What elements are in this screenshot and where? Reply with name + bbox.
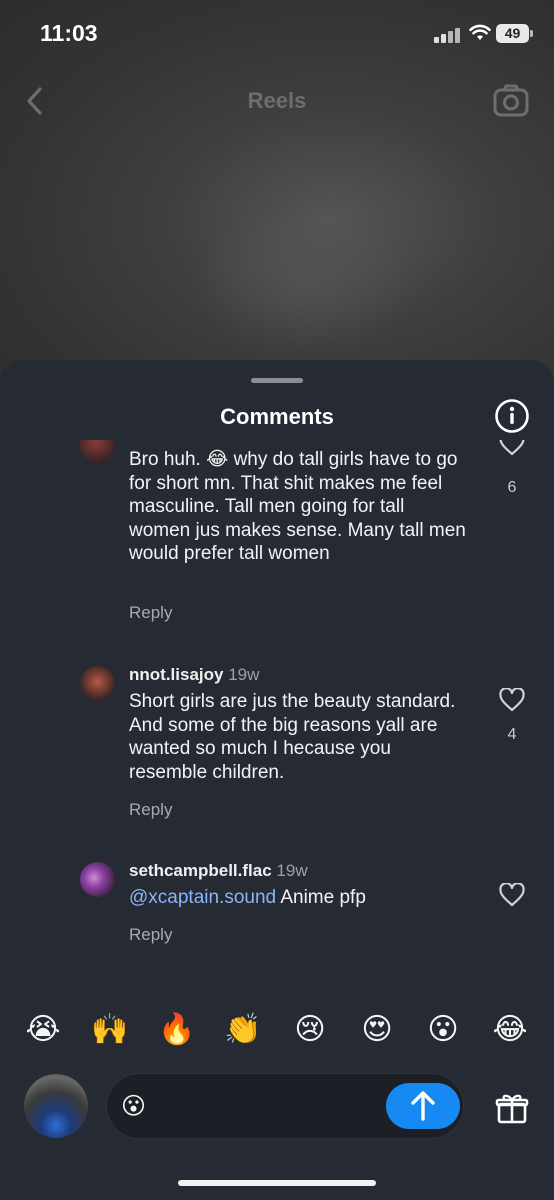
avatar[interactable] xyxy=(80,666,115,701)
comments-sheet: Comments Bro huh. 😂 why do tall girls ha… xyxy=(0,360,554,1200)
cellular-signal-icon xyxy=(434,27,462,43)
comment-username[interactable]: nnot.lisajoy 19w xyxy=(129,665,259,685)
emoji-clapping[interactable]: 👏 xyxy=(221,1008,265,1052)
camera-icon[interactable] xyxy=(492,82,530,120)
status-time: 11:03 xyxy=(40,20,98,46)
status-bar: 11:03 49 xyxy=(0,0,554,70)
comment-time: 19w xyxy=(228,665,260,684)
heart-icon[interactable] xyxy=(499,440,525,456)
comment-body: Anime pfp xyxy=(276,887,366,908)
gift-icon[interactable] xyxy=(494,1090,530,1126)
comment-text: Bro huh. 😂 why do tall girls have to go … xyxy=(129,449,466,564)
emoji-crying[interactable]: 😢 xyxy=(288,1008,332,1052)
like-count: 4 xyxy=(507,726,517,743)
comment-text: @xcaptain.sound Anime pfp xyxy=(129,886,469,910)
reply-button[interactable]: Reply xyxy=(129,925,172,945)
comment-time: 19w xyxy=(276,861,308,880)
emoji-reaction-bar: 😭 🙌 🔥 👏 😢 😍 😮 😂 xyxy=(0,1008,554,1052)
page-title: Reels xyxy=(247,88,307,113)
like-count: 6 xyxy=(507,479,517,496)
heart-icon[interactable] xyxy=(499,688,525,712)
comment-text: Short girls are jus the beauty standard.… xyxy=(129,691,456,783)
arrow-up-icon xyxy=(411,1091,435,1121)
comments-list: Bro huh. 😂 why do tall girls have to go … xyxy=(0,440,554,1000)
reel-video-preview xyxy=(190,200,420,360)
emoji-fire[interactable]: 🔥 xyxy=(155,1008,199,1052)
battery-indicator: 49 xyxy=(496,24,533,43)
heart-icon[interactable] xyxy=(499,883,525,907)
comment-input[interactable]: 😮 xyxy=(106,1073,464,1139)
avatar[interactable] xyxy=(80,440,115,463)
info-icon[interactable] xyxy=(494,398,530,434)
emoji-surprised[interactable]: 😮 xyxy=(421,1008,465,1052)
wifi-icon xyxy=(469,24,491,40)
home-indicator[interactable] xyxy=(178,1180,376,1186)
top-nav: Reels xyxy=(0,78,554,124)
comment-username[interactable]: sethcampbell.flac 19w xyxy=(129,861,308,881)
avatar[interactable] xyxy=(24,1074,88,1138)
avatar[interactable] xyxy=(80,862,115,897)
send-button[interactable] xyxy=(386,1083,460,1129)
reply-button[interactable]: Reply xyxy=(129,800,172,820)
sheet-title: Comments xyxy=(220,404,334,429)
emoji-surprised[interactable]: 😮 xyxy=(121,1092,146,1122)
mention-link[interactable]: @xcaptain.sound xyxy=(129,887,276,908)
reply-button[interactable]: Reply xyxy=(129,603,172,623)
emoji-raised-hands[interactable]: 🙌 xyxy=(88,1008,132,1052)
emoji-loudly-crying[interactable]: 😭 xyxy=(21,1008,65,1052)
username[interactable]: sethcampbell.flac xyxy=(129,861,272,880)
sheet-grabber[interactable] xyxy=(251,378,303,383)
emoji-laughing[interactable]: 😂 xyxy=(488,1008,532,1052)
comment-composer: 😮 xyxy=(0,1070,554,1150)
username[interactable]: nnot.lisajoy xyxy=(129,665,223,684)
emoji-heart-eyes[interactable]: 😍 xyxy=(355,1008,399,1052)
